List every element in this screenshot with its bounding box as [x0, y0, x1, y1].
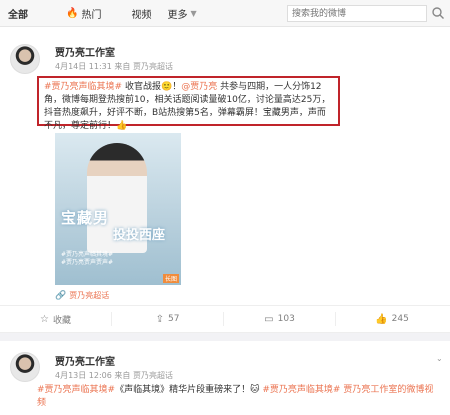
tab-video-label: 视频 [131, 9, 152, 21]
tab-all[interactable]: 全部 [0, 0, 36, 27]
thumb-icon: 👍 [116, 121, 128, 131]
action-bar: ☆ 收藏 ⇪ 57 ▭ 103 👍 245 [0, 305, 450, 333]
topic-tag[interactable]: #贾乃亮声临其境# [44, 82, 122, 92]
fire-icon: 🔥 [66, 7, 79, 19]
author-name[interactable]: 贾乃亮工作室 [55, 353, 115, 368]
chevron-down-icon: ▼ [190, 8, 197, 18]
tab-more[interactable]: 更多 ▼ [159, 0, 204, 27]
post-separator [0, 333, 450, 341]
repost-count: 57 [167, 314, 180, 324]
poster-subtitle: 投投西座 [113, 228, 166, 243]
search-icon[interactable] [431, 6, 445, 20]
post-image[interactable]: 宝藏男 投投西座 #贾乃亮声临其境# #贾乃亮贾声贾声# 长图 [55, 133, 181, 285]
tab-hot[interactable]: 🔥 热门 [58, 0, 109, 27]
search-input[interactable] [287, 5, 427, 22]
favorite-button[interactable]: ☆ 收藏 [0, 312, 112, 326]
poster-title: 宝藏男 [61, 209, 110, 227]
tab-hot-label: 热门 [81, 9, 102, 21]
mention-link[interactable]: @贾乃亮 [181, 82, 217, 92]
post-meta: 4月14日 11:31 来自 贾乃亮超话 [55, 62, 173, 71]
avatar[interactable] [10, 352, 40, 382]
link-icon: 🔗 [55, 290, 67, 301]
like-count: 245 [391, 314, 409, 324]
source-link[interactable]: 🔗 贾乃亮超话 [55, 290, 109, 301]
star-icon: ☆ [40, 313, 49, 325]
topic-tag[interactable]: #贾乃亮声临其境# [37, 385, 115, 395]
share-icon: ⇪ [155, 313, 164, 325]
repost-button[interactable]: ⇪ 57 [112, 312, 224, 326]
like-icon: 👍 [375, 313, 388, 325]
source-label: 贾乃亮超话 [69, 291, 110, 300]
post-content: #贾乃亮声临其境#《声临其境》精华片段重磅来了！🐱 #贾乃亮声临其境# 贾乃亮工… [37, 384, 437, 410]
poster-caption: #贾乃亮声临其境# #贾乃亮贾声贾声# [61, 251, 114, 266]
tab-video[interactable]: 视频 [123, 0, 159, 27]
author-name[interactable]: 贾乃亮工作室 [55, 44, 115, 59]
comment-button[interactable]: ▭ 103 [224, 312, 336, 326]
post-content: #贾乃亮声临其境# 收官战报🙂！@贾乃亮 共参与四期，一人分饰12角，微博每期登… [37, 76, 340, 131]
long-image-badge: 长图 [162, 274, 179, 283]
comment-count: 103 [277, 314, 295, 324]
post-meta: 4月13日 12:06 来自 贾乃亮超话 [55, 371, 173, 380]
favorite-label: 收藏 [52, 315, 71, 326]
emoji-icon: 🐱 [250, 385, 260, 395]
topic-tag[interactable]: #贾乃亮声临其境# [262, 385, 340, 395]
like-button[interactable]: 👍 245 [336, 312, 448, 326]
content-text: ！ [172, 82, 182, 92]
chevron-down-icon[interactable]: ⌄ [436, 354, 443, 363]
comment-icon: ▭ [264, 313, 274, 325]
avatar[interactable] [10, 44, 40, 74]
emoji-icon: 🙂 [160, 82, 173, 92]
content-text: 《声临其境》精华片段重磅来了！ [115, 385, 251, 395]
content-text: 收官战报 [122, 82, 161, 92]
tab-all-label: 全部 [8, 9, 28, 21]
tab-more-label: 更多 [167, 9, 188, 21]
